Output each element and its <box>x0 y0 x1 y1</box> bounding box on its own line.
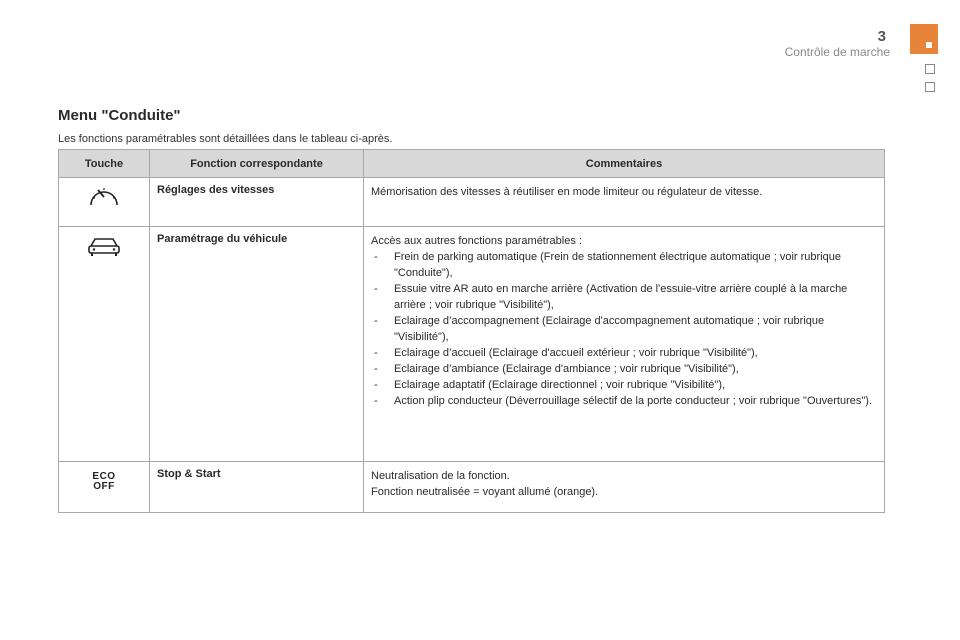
list-item: Essuie vitre AR auto en marche arrière (… <box>371 281 878 313</box>
page-heading: Menu "Conduite" <box>58 107 181 124</box>
list-item: Frein de parking automatique (Frein de s… <box>371 249 878 281</box>
settings-table: Touche Fonction correspondante Commentai… <box>58 149 885 513</box>
tab-marker <box>926 42 932 48</box>
chapter-box-1 <box>925 64 935 74</box>
table-header-row: Touche Fonction correspondante Commentai… <box>58 149 885 178</box>
list-item: Eclairage d’accueil (Eclairage d'accueil… <box>371 345 878 361</box>
list-item: Eclairage d’ambiance (Eclairage d'ambian… <box>371 361 878 377</box>
list-item: Action plip conducteur (Déverrouillage s… <box>371 393 878 409</box>
comment-line: Neutralisation de la fonction. <box>371 470 510 482</box>
eco-off-icon: ECO OFF <box>92 462 115 492</box>
header-commentaires: Commentaires <box>363 149 885 178</box>
chapter-tab <box>910 24 938 54</box>
function-cell: Paramétrage du véhicule <box>149 226 364 462</box>
table-row: ECO OFF Stop & Start Neutralisation de l… <box>58 461 885 513</box>
comment-intro: Accès aux autres fonctions paramétrables… <box>371 235 582 247</box>
page-number: 3 <box>877 28 886 45</box>
comment-cell: Accès aux autres fonctions paramétrables… <box>363 226 885 462</box>
table-row: Paramétrage du véhicule Accès aux autres… <box>58 226 885 462</box>
comment-list: Frein de parking automatique (Frein de s… <box>371 249 878 409</box>
list-item: Eclairage d’accompagnement (Eclairage d'… <box>371 313 878 345</box>
speedometer-icon <box>87 178 121 213</box>
off-label: OFF <box>93 481 115 492</box>
comment-cell: Neutralisation de la fonction. Fonction … <box>363 461 885 513</box>
intro-text: Les fonctions paramétrables sont détaill… <box>58 133 393 145</box>
comment-cell: Mémorisation des vitesses à réutiliser e… <box>363 177 885 227</box>
header-fonction: Fonction correspondante <box>149 149 364 178</box>
header-touche: Touche <box>58 149 150 178</box>
list-item: Eclairage adaptatif (Eclairage direction… <box>371 377 878 393</box>
function-cell: Réglages des vitesses <box>149 177 364 227</box>
car-icon <box>86 227 122 262</box>
comment-line: Fonction neutralisée = voyant allumé (or… <box>371 486 599 498</box>
chapter-box-2 <box>925 82 935 92</box>
section-title: Contrôle de marche <box>784 45 890 59</box>
function-cell: Stop & Start <box>149 461 364 513</box>
table-row: Réglages des vitesses Mémorisation des v… <box>58 177 885 227</box>
